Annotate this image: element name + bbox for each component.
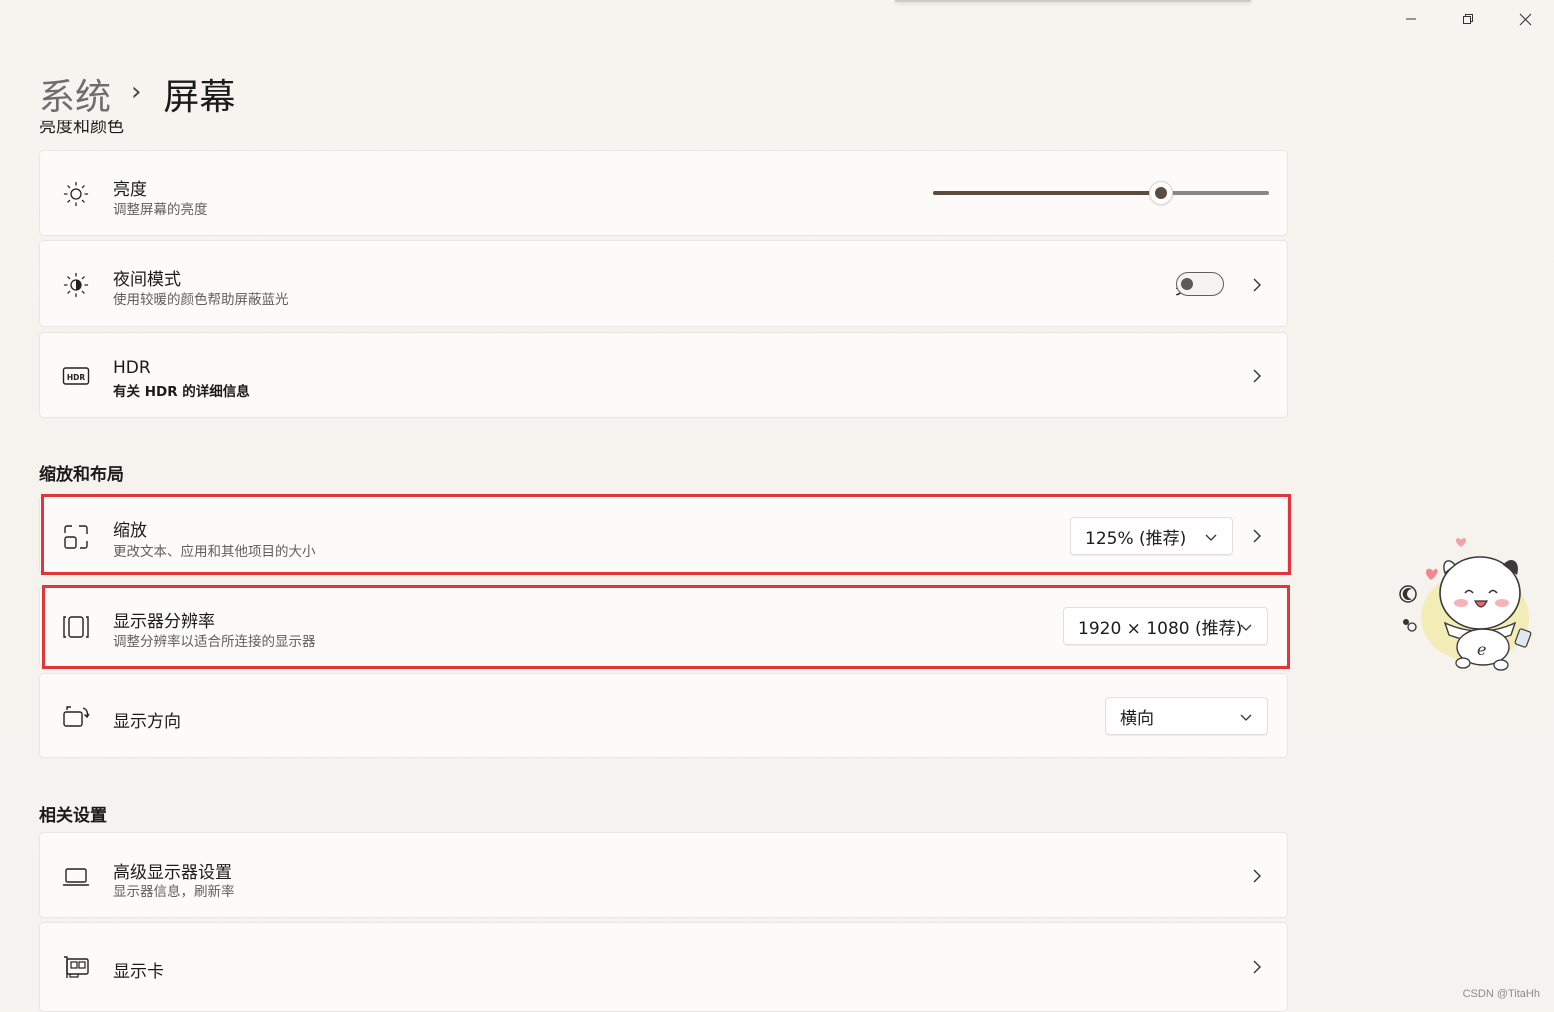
hdr-subtitle[interactable]: 有关 HDR 的详细信息	[113, 380, 250, 400]
orientation-title: 显示方向	[113, 712, 181, 732]
chevron-right-icon[interactable]	[1249, 959, 1265, 975]
minimize-button[interactable]	[1383, 0, 1439, 38]
hdr-icon: HDR	[60, 360, 92, 392]
brightness-title: 亮度	[113, 180, 147, 200]
graphics-card[interactable]: 显示卡	[39, 922, 1288, 1012]
toggle-knob	[1181, 278, 1193, 290]
scale-dropdown[interactable]: 125% (推荐)	[1070, 517, 1233, 555]
menu-edge-shadow	[895, 0, 1251, 2]
hdr-card[interactable]: HDR HDR 有关 HDR 的详细信息	[39, 332, 1288, 418]
orientation-icon	[60, 701, 92, 733]
page-title: 屏幕	[163, 77, 236, 118]
graphics-card-icon	[60, 951, 92, 983]
svg-text:HDR: HDR	[67, 373, 86, 382]
resolution-card: 显示器分辨率 调整分辨率以适合所连接的显示器 1920 × 1080 (推荐)	[39, 586, 1288, 668]
night-light-subtitle: 使用较暖的颜色帮助屏蔽蓝光	[113, 292, 289, 308]
related-settings-heading: 相关设置	[39, 806, 107, 826]
scale-subtitle: 更改文本、应用和其他项目的大小	[113, 544, 316, 560]
scale-dropdown-value: 125% (推荐)	[1085, 528, 1187, 549]
orientation-dropdown-value: 横向	[1120, 708, 1154, 729]
chevron-right-icon[interactable]	[1249, 368, 1265, 384]
scale-title: 缩放	[113, 521, 147, 541]
scale-card[interactable]: 缩放 更改文本、应用和其他项目的大小 125% (推荐)	[39, 496, 1288, 574]
hdr-title: HDR	[113, 358, 151, 378]
night-light-card[interactable]: 夜间模式 使用较暖的颜色帮助屏蔽蓝光 关	[39, 240, 1288, 327]
brightness-slider[interactable]	[933, 182, 1269, 204]
brightness-slider-fill	[933, 191, 1162, 195]
resolution-dropdown-value: 1920 × 1080 (推荐)	[1078, 618, 1243, 639]
minimize-icon	[1406, 18, 1416, 20]
resolution-title: 显示器分辨率	[113, 612, 215, 632]
restore-button[interactable]	[1440, 0, 1496, 38]
restore-icon	[1463, 14, 1473, 24]
advanced-display-subtitle: 显示器信息，刷新率	[113, 884, 235, 900]
breadcrumb: 系统 › 屏幕	[39, 70, 235, 118]
breadcrumb-separator: ›	[131, 77, 142, 107]
resolution-dropdown[interactable]: 1920 × 1080 (推荐)	[1063, 607, 1268, 645]
scale-layout-heading: 缩放和布局	[39, 465, 124, 485]
night-light-toggle[interactable]	[1176, 272, 1224, 296]
close-button[interactable]	[1497, 0, 1553, 38]
chevron-down-icon	[1205, 534, 1217, 541]
monitor-icon	[60, 861, 92, 893]
chevron-down-icon	[1240, 714, 1252, 721]
advanced-display-card[interactable]: 高级显示器设置 显示器信息，刷新率	[39, 832, 1288, 918]
brightness-slider-thumb[interactable]	[1150, 182, 1173, 204]
chevron-down-icon	[1240, 624, 1252, 631]
sun-icon	[60, 178, 92, 210]
orientation-card: 显示方向 横向	[39, 673, 1288, 758]
chevron-right-icon[interactable]	[1249, 868, 1265, 884]
chevron-right-icon[interactable]	[1249, 528, 1265, 544]
scale-icon	[60, 521, 92, 553]
night-light-icon	[60, 269, 92, 301]
watermark: CSDN @TitaHh	[1462, 988, 1540, 1000]
brightness-section-heading: 亮度和颜色	[39, 120, 1289, 136]
breadcrumb-parent[interactable]: 系统	[39, 68, 111, 120]
orientation-dropdown[interactable]: 横向	[1105, 697, 1268, 735]
brightness-subtitle: 调整屏幕的亮度	[113, 202, 208, 218]
night-light-title: 夜间模式	[113, 270, 181, 290]
resolution-subtitle: 调整分辨率以适合所连接的显示器	[113, 634, 316, 650]
chevron-right-icon[interactable]	[1249, 277, 1265, 293]
cartoon-sticker: e	[1399, 538, 1532, 671]
graphics-title: 显示卡	[113, 962, 164, 982]
brightness-section-heading-text: 亮度和颜色	[39, 120, 124, 136]
svg-text:e: e	[1477, 640, 1486, 659]
brightness-card: 亮度 调整屏幕的亮度	[39, 150, 1288, 236]
resolution-icon	[60, 611, 92, 643]
close-icon	[1519, 13, 1531, 25]
